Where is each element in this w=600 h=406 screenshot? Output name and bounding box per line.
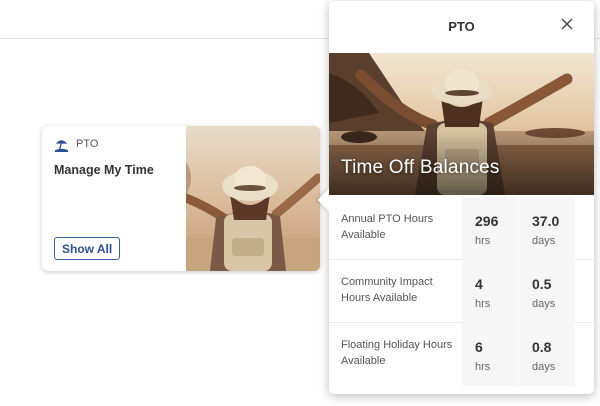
beach-photo <box>186 126 320 271</box>
balance-hours-unit: hrs <box>475 361 491 373</box>
balance-days-cell: 0.8 days <box>519 323 575 386</box>
balance-days-value: 0.8 <box>532 339 552 355</box>
close-icon[interactable] <box>559 16 575 32</box>
balance-list: Annual PTO Hours Available 296 hrs 37.0 … <box>329 197 594 386</box>
balance-label: Annual PTO Hours Available <box>341 213 434 241</box>
balance-days-value: 37.0 <box>532 213 560 229</box>
balance-days-unit: days <box>532 235 556 247</box>
balance-label: Floating Holiday Hours Available <box>341 339 453 367</box>
balance-hours-value: 296 <box>475 213 499 229</box>
pto-tile[interactable]: PTO Manage My Time Show All <box>42 126 320 271</box>
tile-photo <box>186 126 320 271</box>
balance-hours-unit: hrs <box>475 235 491 247</box>
balance-label: Community Impact Hours Available <box>341 276 433 304</box>
show-all-button[interactable]: Show All <box>54 237 121 260</box>
balance-hours-value: 4 <box>475 276 483 292</box>
popover-title: PTO <box>448 19 475 34</box>
balance-hours-value: 6 <box>475 339 483 355</box>
pto-popover: PTO Time Off Balances Annual PTO Hours A… <box>317 1 594 394</box>
balance-days-value: 0.5 <box>532 276 552 292</box>
balance-days-cell: 37.0 days <box>519 197 575 260</box>
balance-hours-cell: 6 hrs <box>462 323 518 386</box>
balance-hours-cell: 296 hrs <box>462 197 518 260</box>
balance-row: Annual PTO Hours Available 296 hrs 37.0 … <box>329 197 594 260</box>
balance-hours-unit: hrs <box>475 298 491 310</box>
hero-title: Time Off Balances <box>341 157 500 178</box>
popover-body: PTO Time Off Balances Annual PTO Hours A… <box>329 1 594 394</box>
balance-row: Community Impact Hours Available 4 hrs 0… <box>329 260 594 323</box>
balance-hours-cell: 4 hrs <box>462 260 518 323</box>
beach-umbrella-icon <box>54 139 69 152</box>
balance-days-cell: 0.5 days <box>519 260 575 323</box>
tile-category: PTO <box>76 138 99 150</box>
tile-title: Manage My Time <box>54 163 154 177</box>
hero-banner: Time Off Balances <box>329 53 594 195</box>
tile-header: PTO <box>54 136 98 152</box>
balance-days-unit: days <box>532 361 556 373</box>
balance-row: Floating Holiday Hours Available 6 hrs 0… <box>329 323 594 386</box>
balance-days-unit: days <box>532 298 556 310</box>
